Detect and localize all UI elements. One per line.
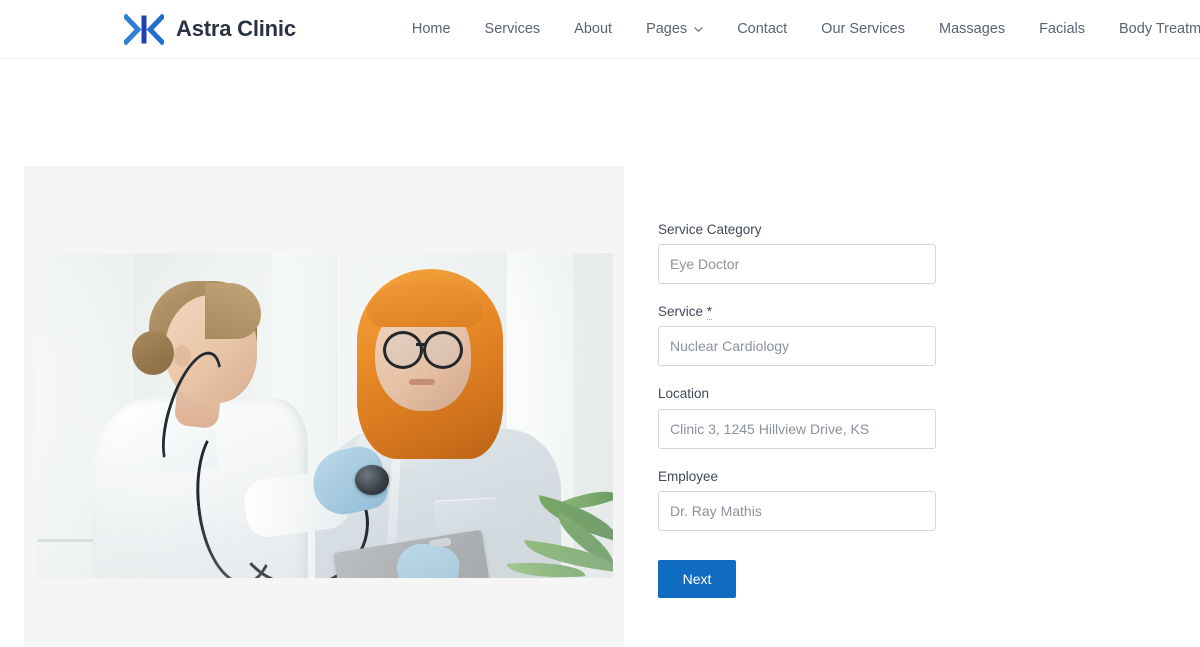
field-label: Service Category <box>658 222 936 238</box>
service-input[interactable] <box>658 326 936 367</box>
field-label-text: Employee <box>658 468 719 484</box>
field-location: Location <box>658 386 936 449</box>
nav-item-label: Services <box>484 20 541 37</box>
location-input[interactable] <box>658 408 936 449</box>
nav-item-massages[interactable]: Massages <box>922 22 1022 37</box>
brand-logo-link[interactable]: Astra Clinic <box>122 12 296 46</box>
clinic-photo <box>37 253 613 578</box>
next-button[interactable]: Next <box>658 559 736 598</box>
main-navigation: Home Services About Pages Contact Our Se… <box>395 22 1200 37</box>
nav-item-label: Pages <box>646 20 688 37</box>
chevron-down-icon <box>694 25 703 34</box>
field-label-text: Location <box>658 386 710 402</box>
field-label: Employee <box>658 469 936 485</box>
nav-item-contact[interactable]: Contact <box>720 22 804 37</box>
nav-item-facials[interactable]: Facials <box>1022 22 1102 37</box>
field-label-text: Service <box>658 304 704 320</box>
nav-item-body-treatments[interactable]: Body Treatments <box>1102 22 1200 37</box>
booking-media-panel <box>24 166 624 647</box>
site-header: Astra Clinic Home Services About Pages C… <box>0 0 1200 59</box>
nav-item-label: Contact <box>737 20 788 37</box>
nav-item-label: Body Treatments <box>1119 20 1200 37</box>
field-label: Location <box>658 386 936 402</box>
field-service: Service * <box>658 304 936 367</box>
nav-item-home[interactable]: Home <box>395 22 468 37</box>
nav-item-services[interactable]: Services <box>468 22 558 37</box>
nav-item-our-services[interactable]: Our Services <box>804 22 922 37</box>
field-employee: Employee <box>658 469 936 531</box>
employee-input[interactable] <box>658 490 936 531</box>
field-label: Service * <box>658 304 936 321</box>
brand-name: Astra Clinic <box>176 16 296 41</box>
service-category-input[interactable] <box>658 244 936 285</box>
nav-item-label: About <box>574 20 613 37</box>
nav-item-about[interactable]: About <box>557 22 629 37</box>
astra-chevrons-logo-icon <box>122 12 166 46</box>
required-asterisk: * <box>706 304 713 321</box>
nav-item-label: Home <box>411 20 451 37</box>
booking-section: Service Category Service * Location <box>0 59 1200 647</box>
nav-item-label: Facials <box>1039 20 1086 37</box>
nav-item-label: Massages <box>938 20 1006 37</box>
nav-item-pages[interactable]: Pages <box>629 22 720 37</box>
page-body: Service Category Service * Location <box>0 59 1200 647</box>
field-label-text: Service Category <box>658 222 762 237</box>
field-service-category: Service Category <box>658 222 936 285</box>
booking-form: Service Category Service * Location <box>658 166 936 598</box>
nav-item-label: Our Services <box>821 20 905 37</box>
